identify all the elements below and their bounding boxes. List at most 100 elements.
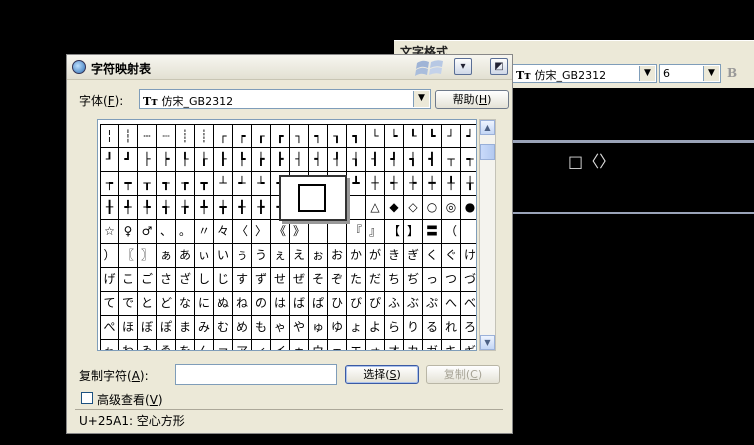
- character-cell[interactable]: あ: [176, 244, 195, 268]
- character-cell[interactable]: ギ: [461, 340, 476, 350]
- character-cell[interactable]: え: [290, 244, 309, 268]
- character-cell[interactable]: じ: [214, 268, 233, 292]
- character-cell[interactable]: 》: [290, 220, 309, 244]
- character-cell[interactable]: い: [214, 244, 233, 268]
- character-cell[interactable]: ┼: [366, 172, 385, 196]
- character-cell[interactable]: ┱: [157, 172, 176, 196]
- character-cell[interactable]: べ: [461, 292, 476, 316]
- character-cell[interactable]: は: [271, 292, 290, 316]
- character-cell[interactable]: ぼ: [138, 316, 157, 340]
- character-cell[interactable]: れ: [442, 316, 461, 340]
- select-button[interactable]: 选择(S): [345, 365, 419, 384]
- character-cell[interactable]: と: [138, 292, 157, 316]
- character-cell[interactable]: き: [385, 244, 404, 268]
- character-cell[interactable]: め: [233, 316, 252, 340]
- chevron-down-icon[interactable]: ▼: [413, 91, 429, 107]
- character-cell[interactable]: も: [252, 316, 271, 340]
- character-cell[interactable]: ┌: [214, 124, 233, 148]
- character-cell[interactable]: み: [195, 316, 214, 340]
- character-cell[interactable]: ぷ: [423, 292, 442, 316]
- character-cell[interactable]: ゑ: [157, 340, 176, 350]
- character-cell[interactable]: ┠: [214, 148, 233, 172]
- character-cell[interactable]: ┩: [385, 148, 404, 172]
- character-cell[interactable]: ど: [157, 292, 176, 316]
- character-cell[interactable]: ┆: [119, 124, 138, 148]
- character-cell[interactable]: ひ: [328, 292, 347, 316]
- character-cell[interactable]: ィ: [252, 340, 271, 350]
- character-cell[interactable]: └: [366, 124, 385, 148]
- character-cell[interactable]: づ: [461, 268, 476, 292]
- character-cell[interactable]: ┗: [423, 124, 442, 148]
- character-cell[interactable]: ぇ: [271, 244, 290, 268]
- character-cell[interactable]: ┯: [119, 172, 138, 196]
- character-cell[interactable]: ぱ: [309, 292, 328, 316]
- character-cell[interactable]: ╉: [233, 196, 252, 220]
- character-cell[interactable]: び: [347, 292, 366, 316]
- character-cell[interactable]: ま: [176, 316, 195, 340]
- character-cell[interactable]: ┲: [176, 172, 195, 196]
- character-cell[interactable]: ゥ: [290, 340, 309, 350]
- character-cell[interactable]: ご: [138, 268, 157, 292]
- character-cell[interactable]: ┴: [214, 172, 233, 196]
- character-cell[interactable]: イ: [271, 340, 290, 350]
- character-cell[interactable]: ┢: [252, 148, 271, 172]
- size-combo[interactable]: 6 ▼: [659, 64, 721, 83]
- character-cell[interactable]: ぉ: [309, 244, 328, 268]
- character-cell[interactable]: ☆: [100, 220, 119, 244]
- character-cell[interactable]: ┾: [404, 172, 423, 196]
- character-cell[interactable]: ゎ: [100, 340, 119, 350]
- character-cell[interactable]: ┏: [271, 124, 290, 148]
- character-cell[interactable]: 『: [347, 220, 366, 244]
- character-cell[interactable]: ♀: [119, 220, 138, 244]
- character-cell[interactable]: ┵: [233, 172, 252, 196]
- font-select[interactable]: Tт 仿宋_GB2312 ▼: [139, 89, 431, 109]
- character-cell[interactable]: に: [195, 292, 214, 316]
- character-cell[interactable]: ろ: [461, 316, 476, 340]
- character-cell[interactable]: ○: [423, 196, 442, 220]
- character-cell[interactable]: ┘: [442, 124, 461, 148]
- character-cell[interactable]: ゅ: [309, 316, 328, 340]
- character-cell[interactable]: 】: [404, 220, 423, 244]
- character-cell[interactable]: ┳: [195, 172, 214, 196]
- character-cell[interactable]: [328, 220, 347, 244]
- chevron-down-icon[interactable]: ▼: [703, 66, 719, 81]
- character-cell[interactable]: ぅ: [233, 244, 252, 268]
- character-cell[interactable]: せ: [271, 268, 290, 292]
- character-cell[interactable]: だ: [366, 268, 385, 292]
- character-cell[interactable]: カ: [404, 340, 423, 350]
- character-cell[interactable]: ┊: [176, 124, 195, 148]
- scrollbar-thumb[interactable]: [480, 144, 495, 160]
- character-cell[interactable]: ╁: [461, 172, 476, 196]
- character-cell[interactable]: よ: [366, 316, 385, 340]
- character-cell[interactable]: ┡: [233, 148, 252, 172]
- character-cell[interactable]: ┄: [138, 124, 157, 148]
- character-cell[interactable]: 〗: [138, 244, 157, 268]
- character-cell[interactable]: ┻: [347, 172, 366, 196]
- character-cell[interactable]: エ: [347, 340, 366, 350]
- character-cell[interactable]: ╃: [119, 196, 138, 220]
- character-cell[interactable]: [461, 220, 476, 244]
- character-cell[interactable]: キ: [442, 340, 461, 350]
- character-cell[interactable]: ┬: [442, 148, 461, 172]
- character-cell[interactable]: ┑: [309, 124, 328, 148]
- character-cell[interactable]: し: [195, 268, 214, 292]
- character-cell[interactable]: ）: [100, 244, 119, 268]
- character-cell[interactable]: ┨: [366, 148, 385, 172]
- character-cell[interactable]: で: [119, 292, 138, 316]
- character-cell[interactable]: ぁ: [157, 244, 176, 268]
- scroll-down-icon[interactable]: ▼: [480, 335, 495, 350]
- character-cell[interactable]: る: [423, 316, 442, 340]
- character-cell[interactable]: ╂: [100, 196, 119, 220]
- character-cell[interactable]: そ: [309, 268, 328, 292]
- character-cell[interactable]: ┿: [423, 172, 442, 196]
- character-cell[interactable]: ┓: [347, 124, 366, 148]
- character-cell[interactable]: 《: [271, 220, 290, 244]
- character-cell[interactable]: ね: [233, 292, 252, 316]
- character-cell[interactable]: ┙: [461, 124, 476, 148]
- character-cell[interactable]: ガ: [423, 340, 442, 350]
- character-grid[interactable]: ╎ ┆ ┄ ┈ ┊ ┊ ┌ ┍ ┎ ┏ ┐ ┑ ┒ ┓ └ ┕ ┖ ┗ ┘ ┙ ┚ ┛ ├ ┝ ┞ ┟ ┠ ┡ ┢ ┣ ┤ ┥ ┦ ┧ ┨ ┩ ┪ ┫ ┬ ┭…: [97, 119, 477, 351]
- chevron-down-icon[interactable]: ▼: [639, 66, 655, 81]
- character-cell[interactable]: ウ: [309, 340, 328, 350]
- character-cell[interactable]: つ: [442, 268, 461, 292]
- font-combo[interactable]: Tт 仿宋_GB2312 ▼: [512, 64, 657, 83]
